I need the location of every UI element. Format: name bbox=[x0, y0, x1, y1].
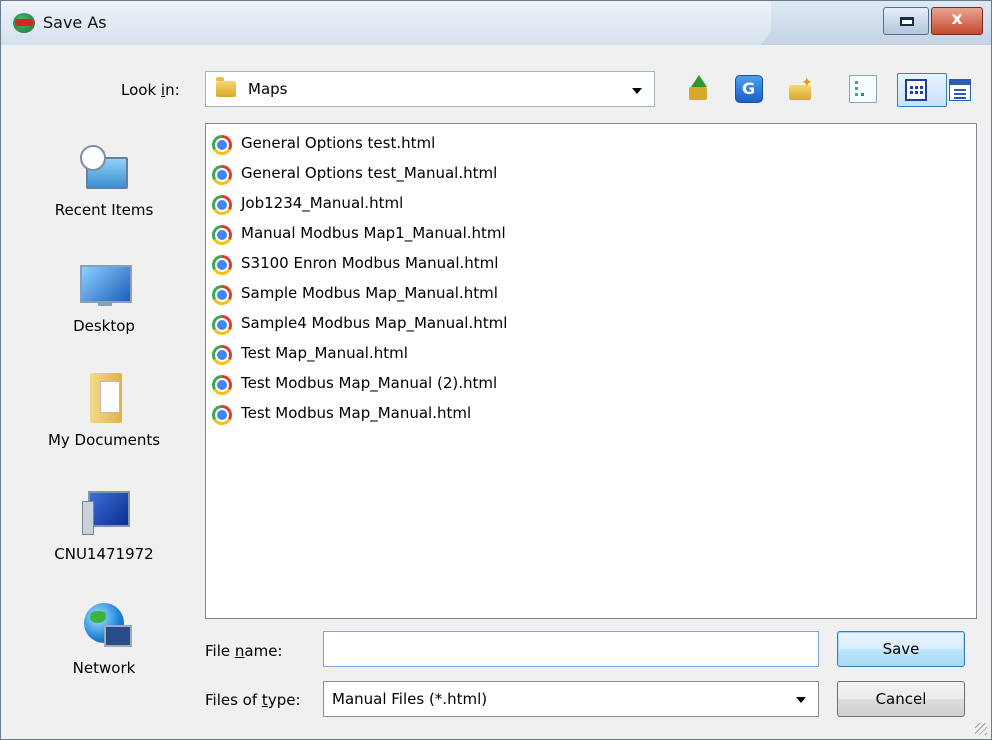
dropdown-arrow-icon bbox=[632, 88, 642, 94]
desktop-icon bbox=[78, 259, 132, 309]
refresh-icon[interactable] bbox=[735, 75, 763, 103]
look-in-dropdown[interactable]: Maps bbox=[205, 71, 655, 107]
network-icon bbox=[78, 601, 132, 651]
files-of-type-value: Manual Files (*.html) bbox=[332, 690, 488, 708]
file-name: Job1234_Manual.html bbox=[241, 194, 404, 212]
file-name: General Options test_Manual.html bbox=[241, 164, 498, 182]
place-computer[interactable]: CNU1471972 bbox=[9, 487, 199, 563]
window-title: Save As bbox=[43, 13, 107, 32]
new-folder-icon[interactable] bbox=[787, 75, 815, 103]
place-label: Network bbox=[72, 659, 136, 677]
recent-items-icon bbox=[78, 143, 130, 193]
file-name: General Options test.html bbox=[241, 134, 436, 152]
chrome-icon bbox=[212, 285, 232, 305]
files-of-type-dropdown[interactable]: Manual Files (*.html) bbox=[323, 681, 819, 717]
cancel-button[interactable]: Cancel bbox=[837, 681, 965, 717]
up-one-level-icon[interactable] bbox=[685, 75, 713, 103]
list-view-icon bbox=[905, 79, 927, 101]
place-label: CNU1471972 bbox=[54, 545, 154, 563]
file-list[interactable]: General Options test.html General Option… bbox=[205, 123, 977, 619]
places-bar: Recent Items Desktop My Documents CNU147… bbox=[9, 119, 199, 719]
file-name: Manual Modbus Map1_Manual.html bbox=[241, 224, 506, 242]
restore-window-icon bbox=[900, 17, 914, 26]
close-button[interactable]: x bbox=[931, 7, 983, 35]
place-network[interactable]: Network bbox=[9, 601, 199, 677]
place-label: My Documents bbox=[47, 431, 161, 449]
file-name: S3100 Enron Modbus Manual.html bbox=[241, 254, 499, 272]
place-label: Recent Items bbox=[54, 201, 154, 219]
chrome-icon bbox=[212, 405, 232, 425]
file-name-label: File name: bbox=[205, 642, 283, 660]
dropdown-arrow-icon bbox=[796, 697, 806, 703]
chrome-icon bbox=[212, 345, 232, 365]
details-view-icon[interactable] bbox=[849, 75, 877, 103]
title-bar[interactable]: Save As x bbox=[1, 1, 991, 45]
files-of-type-label: Files of type: bbox=[205, 691, 301, 709]
resize-grip-icon[interactable] bbox=[975, 723, 987, 735]
save-button[interactable]: Save bbox=[837, 631, 965, 667]
list-view-button[interactable] bbox=[897, 73, 947, 107]
file-name-input[interactable] bbox=[323, 631, 819, 667]
view-menu-icon[interactable] bbox=[949, 79, 971, 101]
file-name: Sample4 Modbus Map_Manual.html bbox=[241, 314, 508, 332]
chrome-icon bbox=[212, 165, 232, 185]
chrome-icon bbox=[212, 255, 232, 275]
file-name: Sample Modbus Map_Manual.html bbox=[241, 284, 498, 302]
file-name: Test Modbus Map_Manual.html bbox=[241, 404, 472, 422]
look-in-label: Look in: bbox=[121, 81, 180, 99]
look-in-value: Maps bbox=[248, 80, 288, 98]
place-desktop[interactable]: Desktop bbox=[9, 259, 199, 335]
chrome-icon bbox=[212, 375, 232, 395]
chrome-icon bbox=[212, 315, 232, 335]
chrome-icon bbox=[212, 135, 232, 155]
app-icon bbox=[13, 13, 35, 33]
place-recent-items[interactable]: Recent Items bbox=[9, 143, 199, 219]
chrome-icon bbox=[212, 195, 232, 215]
file-name: Test Map_Manual.html bbox=[241, 344, 408, 362]
restore-button[interactable] bbox=[883, 7, 929, 35]
place-label: Desktop bbox=[73, 317, 135, 335]
my-documents-icon bbox=[78, 373, 130, 423]
folder-icon bbox=[216, 77, 236, 97]
chrome-icon bbox=[212, 225, 232, 245]
place-my-documents[interactable]: My Documents bbox=[9, 373, 199, 449]
save-as-dialog: Save As x Look in: Maps Recent Items Des… bbox=[0, 0, 992, 740]
close-icon: x bbox=[951, 9, 963, 29]
computer-icon bbox=[78, 487, 130, 537]
file-name: Test Modbus Map_Manual (2).html bbox=[241, 374, 498, 392]
